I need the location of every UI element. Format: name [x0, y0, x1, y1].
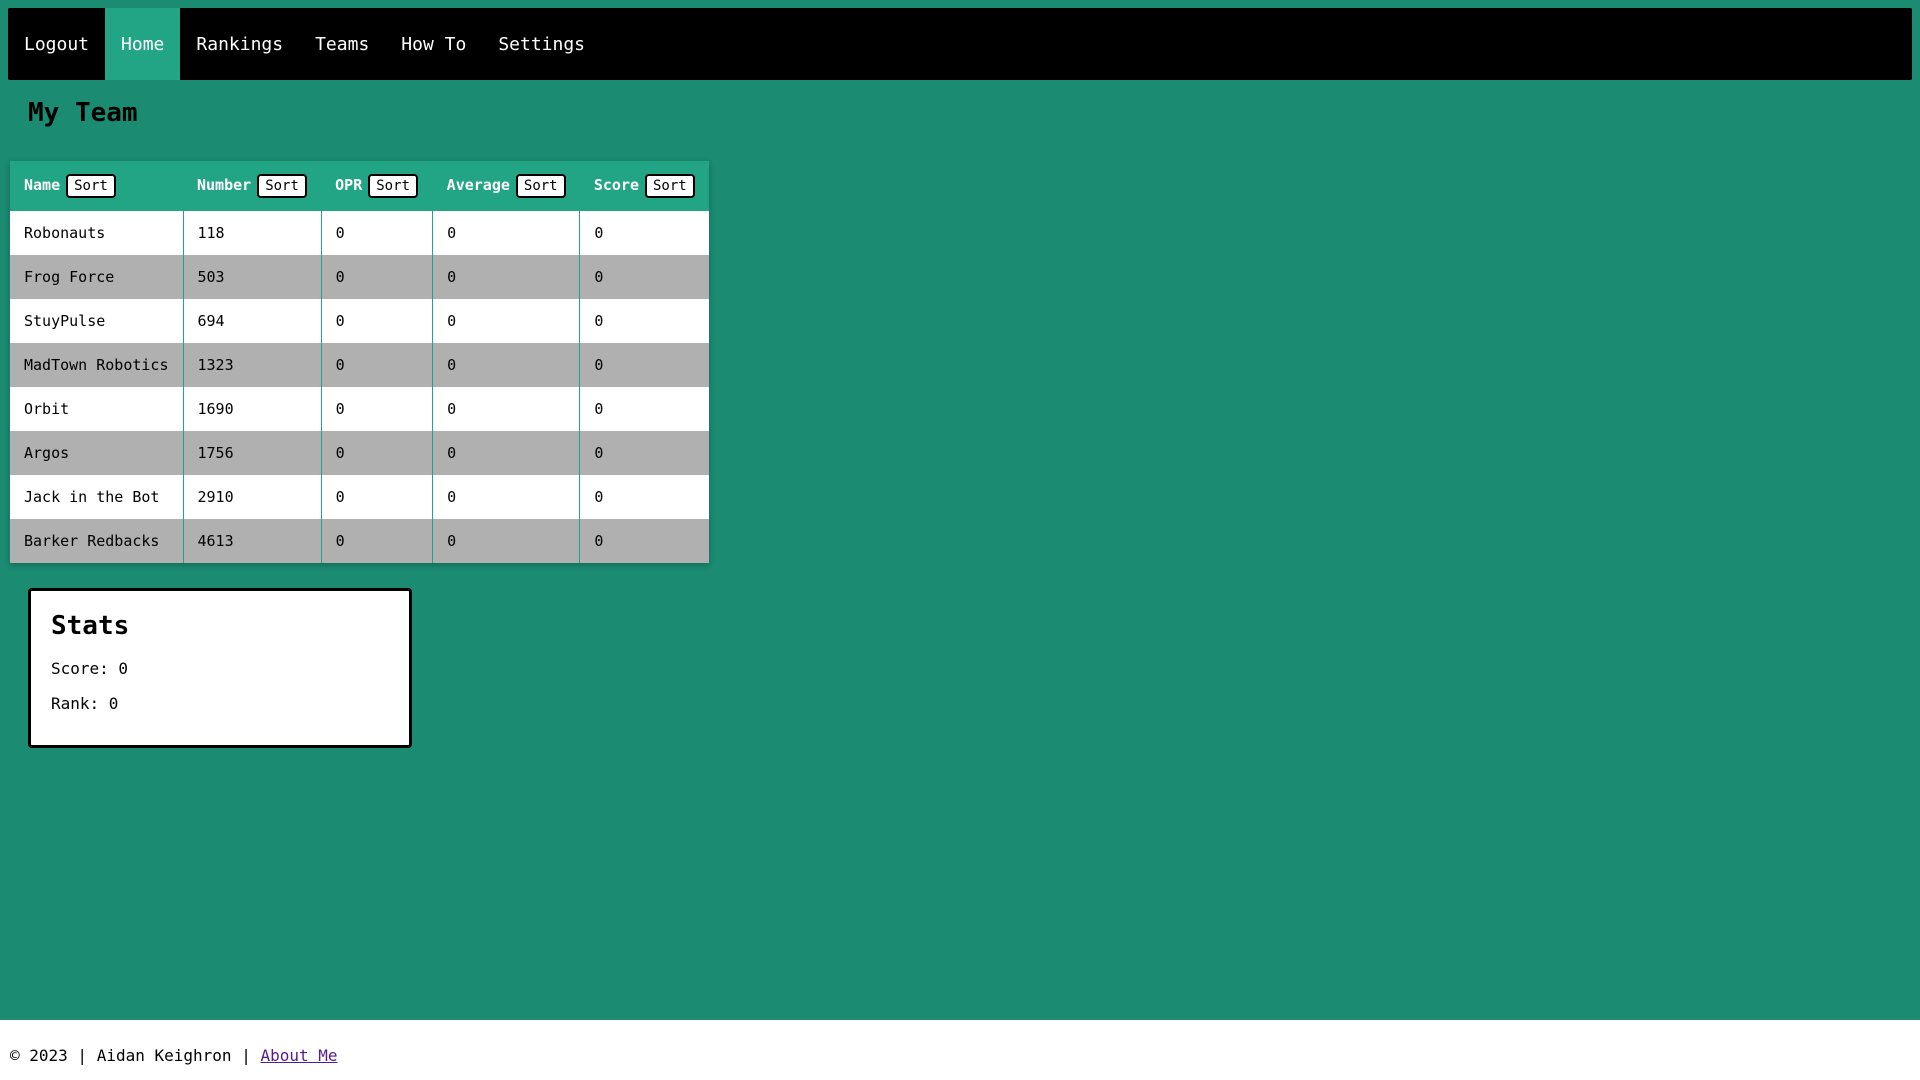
nav-item-how-to[interactable]: How To: [385, 8, 482, 80]
cell-number: 503: [183, 255, 322, 299]
nav-item-teams[interactable]: Teams: [299, 8, 385, 80]
nav-item-home[interactable]: Home: [105, 8, 181, 80]
cell-average: 0: [432, 211, 581, 255]
column-header-score: Score Sort: [579, 161, 709, 211]
cell-number: 1756: [183, 431, 322, 475]
column-header-average: Average Sort: [432, 161, 580, 211]
cell-name: Orbit: [10, 387, 184, 431]
stats-score: Score: 0: [51, 659, 129, 678]
column-header-name: Name Sort: [10, 161, 183, 211]
cell-number: 4613: [183, 519, 322, 563]
cell-opr: 0: [321, 475, 434, 519]
cell-score: 0: [579, 299, 709, 343]
cell-number: 1323: [183, 343, 322, 387]
table-row: Jack in the Bot 2910 0 0 0: [10, 475, 709, 519]
cell-number: 118: [183, 211, 322, 255]
cell-average: 0: [432, 475, 581, 519]
cell-opr: 0: [321, 299, 434, 343]
cell-average: 0: [432, 519, 581, 563]
column-header-opr: OPR Sort: [321, 161, 433, 211]
table-row: Robonauts 118 0 0 0: [10, 211, 709, 255]
nav-item-settings[interactable]: Settings: [482, 8, 601, 80]
cell-opr: 0: [321, 387, 434, 431]
column-header-label: Score: [593, 176, 639, 194]
cell-score: 0: [579, 255, 709, 299]
stats-rank: Rank: 0: [51, 694, 119, 713]
cell-average: 0: [432, 387, 581, 431]
cell-score: 0: [579, 431, 709, 475]
team-table: Name Sort Number Sort OPR Sort Average Sort …: [10, 161, 709, 563]
sort-number-button[interactable]: Sort: [257, 174, 307, 198]
cell-name: Argos: [10, 431, 184, 475]
cell-number: 1690: [183, 387, 322, 431]
sort-name-button[interactable]: Sort: [66, 174, 116, 198]
cell-number: 2910: [183, 475, 322, 519]
column-header-label: Number: [197, 176, 252, 194]
footer-text: © 2023 | Aidan Keighron |: [10, 1046, 261, 1065]
table-row: Orbit 1690 0 0 0: [10, 387, 709, 431]
table-header-row: Name Sort Number Sort OPR Sort Average Sort …: [10, 161, 709, 211]
footer: © 2023 | Aidan Keighron | About Me: [0, 1020, 1920, 1080]
cell-average: 0: [432, 431, 581, 475]
cell-score: 0: [579, 519, 709, 563]
nav-item-rankings[interactable]: Rankings: [180, 8, 299, 80]
about-me-link[interactable]: About Me: [260, 1046, 337, 1065]
table-row: Frog Force 503 0 0 0: [10, 255, 709, 299]
cell-name: StuyPulse: [10, 299, 184, 343]
sort-average-button[interactable]: Sort: [515, 174, 566, 198]
sort-opr-button[interactable]: Sort: [368, 174, 418, 198]
cell-score: 0: [579, 343, 709, 387]
cell-score: 0: [579, 387, 709, 431]
cell-opr: 0: [321, 211, 434, 255]
table-row: Argos 1756 0 0 0: [10, 431, 709, 475]
table-row: StuyPulse 694 0 0 0: [10, 299, 709, 343]
cell-name: MadTown Robotics: [10, 343, 184, 387]
cell-opr: 0: [321, 431, 434, 475]
stats-card: Stats Score: 0 Rank: 0: [28, 588, 412, 748]
cell-average: 0: [432, 255, 581, 299]
table-row: Barker Redbacks 4613 0 0 0: [10, 519, 709, 563]
table-row: MadTown Robotics 1323 0 0 0: [10, 343, 709, 387]
team-table-container: Name Sort Number Sort OPR Sort Average Sort …: [10, 161, 709, 563]
column-header-label: Average: [446, 176, 510, 194]
page-title: My Team: [28, 98, 138, 128]
column-header-label: Name: [24, 176, 61, 194]
sort-score-button[interactable]: Sort: [645, 174, 695, 198]
cell-name: Jack in the Bot: [10, 475, 184, 519]
top-nav: Logout Home Rankings Teams How To Settin…: [8, 8, 1912, 80]
cell-opr: 0: [321, 255, 434, 299]
cell-opr: 0: [321, 343, 434, 387]
column-header-number: Number Sort: [183, 161, 322, 211]
cell-name: Frog Force: [10, 255, 184, 299]
cell-average: 0: [432, 343, 581, 387]
cell-name: Barker Redbacks: [10, 519, 184, 563]
nav-item-logout[interactable]: Logout: [8, 8, 105, 80]
column-header-label: OPR: [335, 176, 363, 194]
cell-name: Robonauts: [10, 211, 184, 255]
cell-score: 0: [579, 475, 709, 519]
cell-number: 694: [183, 299, 322, 343]
stats-title: Stats: [51, 611, 130, 641]
cell-average: 0: [432, 299, 581, 343]
cell-opr: 0: [321, 519, 434, 563]
cell-score: 0: [579, 211, 709, 255]
